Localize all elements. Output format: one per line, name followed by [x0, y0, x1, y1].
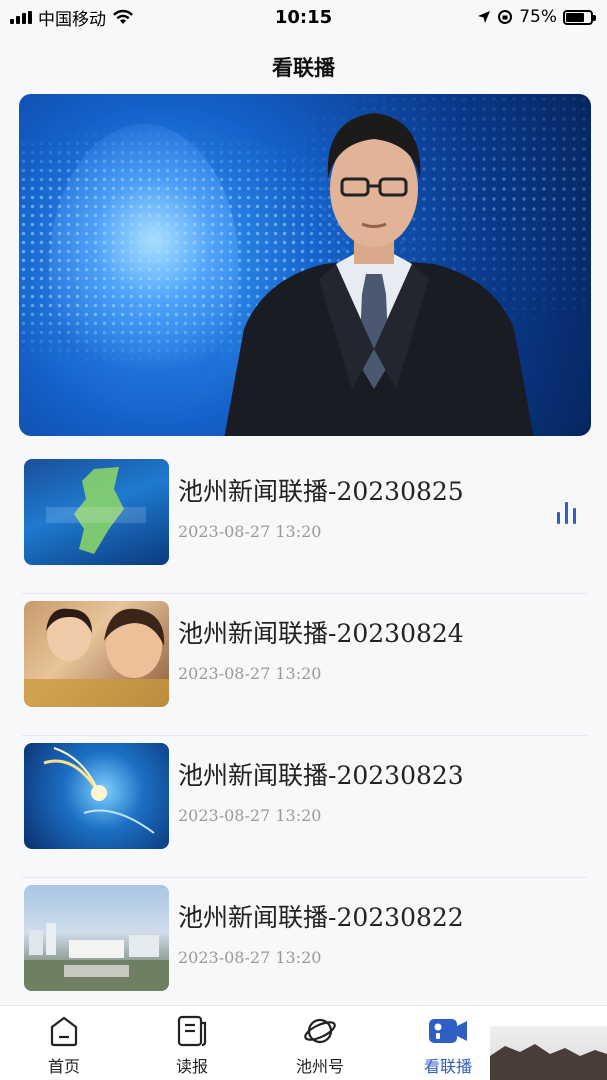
battery-icon	[563, 9, 596, 25]
status-right: 75%	[477, 7, 596, 27]
carrier-label: 中国移动	[38, 9, 106, 30]
news-item[interactable]: 池州新闻联播-20230824 2023-08-27 13:20	[22, 594, 587, 736]
news-item[interactable]: 池州新闻联播-20230825 2023-08-27 13:20	[22, 452, 587, 594]
hero-video-player[interactable]	[19, 94, 591, 436]
status-left: 中国移动	[10, 5, 134, 30]
news-title: 池州新闻联播-20230825	[178, 477, 464, 506]
news-title: 池州新闻联播-20230824	[178, 619, 464, 648]
news-time: 2023-08-27 13:20	[178, 522, 322, 541]
status-bar: 中国移动 10:15 75%	[0, 0, 607, 34]
tab-label: 池州号	[295, 1057, 344, 1076]
tab-label: 读报	[175, 1057, 208, 1076]
news-list: 池州新闻联播-20230825 2023-08-27 13:20 池州新闻联播-…	[22, 452, 587, 1020]
mountain-graphic	[490, 1044, 607, 1080]
city-graphic	[24, 923, 169, 991]
battery-fill	[566, 12, 584, 22]
tab-home[interactable]: 首页	[0, 1006, 128, 1080]
news-anchor-image	[224, 113, 534, 436]
overlay-thumbnail	[490, 1026, 607, 1080]
newspaper-icon	[177, 1015, 207, 1047]
news-thumbnail	[24, 743, 169, 849]
map-graphic	[46, 467, 146, 554]
wifi-icon	[113, 9, 133, 24]
children-graphic	[24, 608, 169, 707]
video-camera-icon	[429, 1019, 467, 1043]
news-title: 池州新闻联播-20230822	[178, 903, 464, 932]
news-time: 2023-08-27 13:20	[178, 806, 322, 825]
news-item[interactable]: 池州新闻联播-20230823 2023-08-27 13:20	[22, 736, 587, 878]
home-icon	[50, 1016, 78, 1047]
battery-percent: 75%	[519, 7, 557, 27]
news-time: 2023-08-27 13:20	[178, 664, 322, 683]
news-thumbnail	[24, 459, 169, 565]
news-item[interactable]: 池州新闻联播-20230822 2023-08-27 13:20	[22, 878, 587, 1020]
news-title: 池州新闻联播-20230823	[178, 761, 464, 790]
news-thumbnail	[24, 885, 169, 991]
tab-chizhou-hao[interactable]: 池州号	[256, 1006, 384, 1080]
page-title: 看联播	[272, 56, 335, 80]
news-thumbnail	[24, 601, 169, 707]
signal-icon	[10, 10, 32, 24]
tab-label: 首页	[47, 1057, 80, 1076]
location-arrow-icon	[478, 11, 491, 23]
orientation-lock-icon	[498, 10, 513, 24]
tab-label: 看联播	[423, 1057, 472, 1076]
light-trail-graphic	[43, 747, 155, 834]
now-playing-icon	[557, 498, 585, 524]
news-time: 2023-08-27 13:20	[178, 948, 322, 967]
tab-newspaper[interactable]: 读报	[128, 1006, 256, 1080]
planet-icon	[304, 1018, 336, 1044]
